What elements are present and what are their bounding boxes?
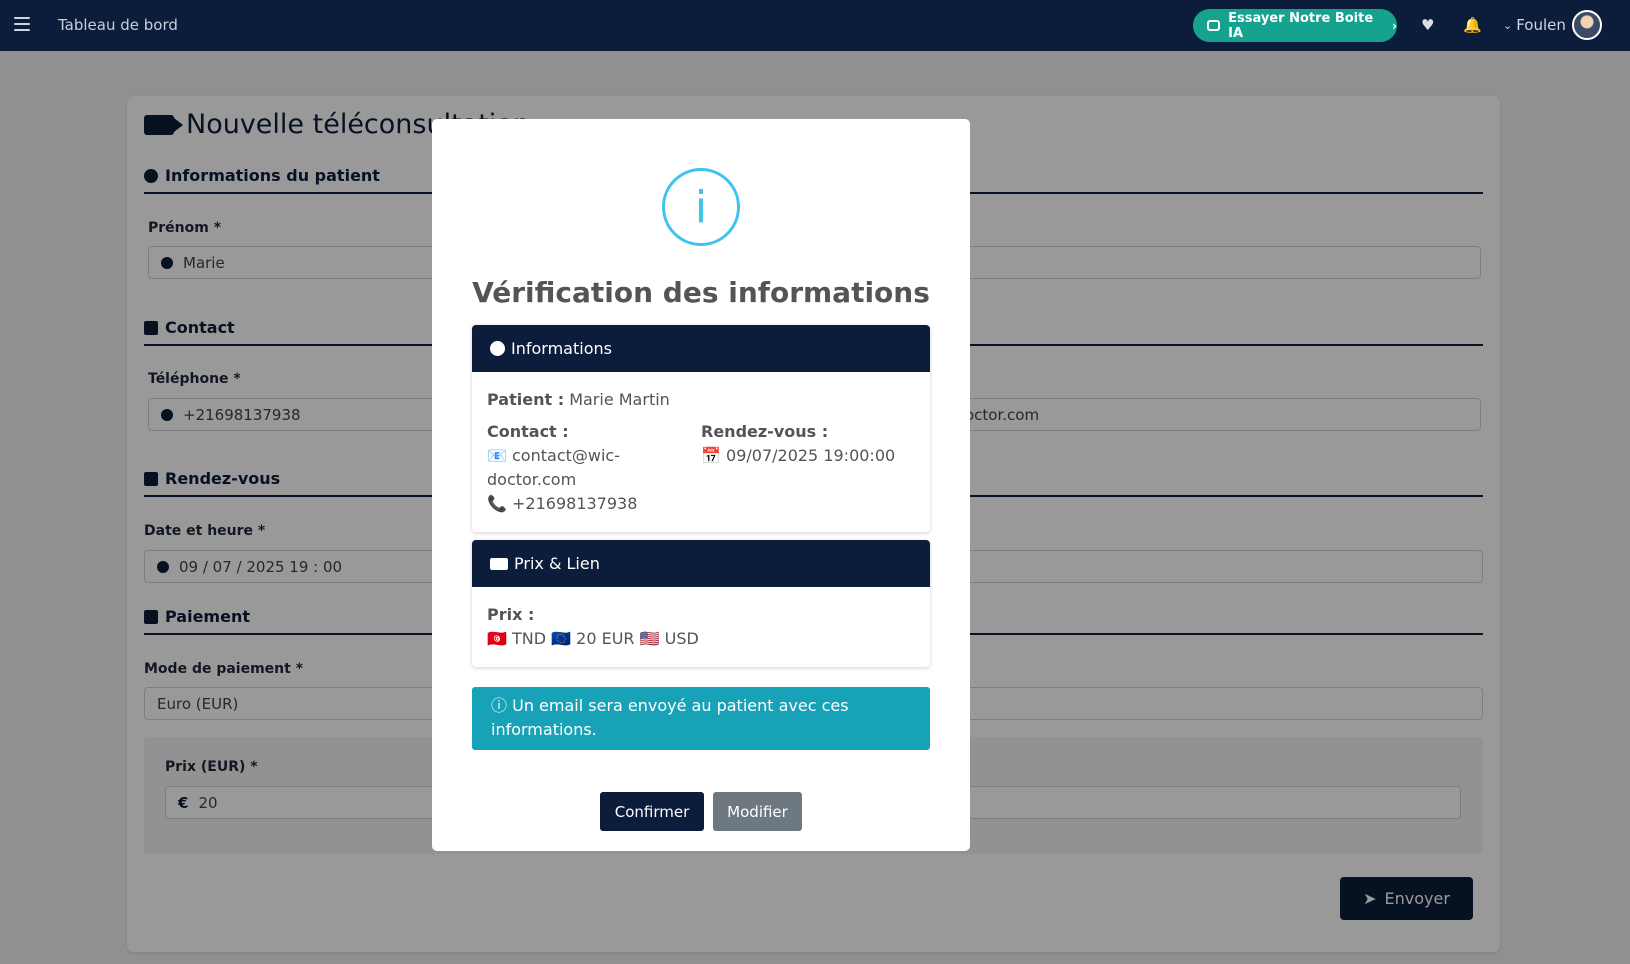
info-panel: Informations Patient : Marie Martin Cont… <box>472 325 930 532</box>
patient-line: Patient : Marie Martin <box>487 388 915 412</box>
top-navbar: Tableau de bord Essayer Notre Boite IA ›… <box>0 0 1630 51</box>
alert-text: Un email sera envoyé au patient avec ces… <box>491 696 849 739</box>
chevron-right-icon: › <box>1392 18 1397 33</box>
info-circle-icon: ⓘ <box>491 696 508 715</box>
info-icon: i <box>662 168 740 246</box>
email-info-alert: ⓘ Un email sera envoyé au patient avec c… <box>472 687 930 750</box>
modal-title: Vérification des informations <box>472 276 930 309</box>
nav-title: Tableau de bord <box>58 16 178 34</box>
price-panel-value: 🇹🇳 TND 🇪🇺 20 EUR 🇺🇸 USD <box>487 629 699 648</box>
appointment-column: Rendez-vous : 📅 09/07/2025 19:00:00 <box>701 420 915 516</box>
menu-icon[interactable] <box>14 17 30 31</box>
heart-icon[interactable]: ♥ <box>1421 16 1434 34</box>
info-panel-title: Informations <box>511 339 612 358</box>
modify-button[interactable]: Modifier <box>713 792 802 831</box>
price-panel-body: Prix : 🇹🇳 TND 🇪🇺 20 EUR 🇺🇸 USD <box>472 587 930 667</box>
contact-phone: 📞 +21698137938 <box>487 494 638 513</box>
user-name: Foulen <box>1516 16 1566 34</box>
info-panel-body: Patient : Marie Martin Contact : 📧 conta… <box>472 372 930 532</box>
info-panel-header: Informations <box>472 325 930 372</box>
patient-value: Marie Martin <box>569 390 670 409</box>
price-panel-label: Prix : <box>487 605 535 624</box>
bell-icon[interactable]: 🔔 <box>1463 16 1482 34</box>
patient-label: Patient : <box>487 390 565 409</box>
appointment-label: Rendez-vous : <box>701 422 829 441</box>
contact-column: Contact : 📧 contact@wic-doctor.com 📞 +21… <box>487 420 701 516</box>
avatar[interactable] <box>1572 10 1602 40</box>
user-circle-icon <box>490 341 505 356</box>
price-panel-title: Prix & Lien <box>514 554 600 573</box>
chevron-down-icon: ⌄ <box>1503 18 1513 32</box>
confirm-button[interactable]: Confirmer <box>600 792 704 831</box>
money-bill-icon <box>490 557 508 570</box>
verification-modal: i Vérification des informations Informat… <box>432 119 970 851</box>
price-panel: Prix & Lien Prix : 🇹🇳 TND 🇪🇺 20 EUR 🇺🇸 U… <box>472 540 930 667</box>
appointment-value: 📅 09/07/2025 19:00:00 <box>701 446 896 465</box>
user-menu[interactable]: ⌄ Foulen <box>1503 16 1566 34</box>
ai-box-label: Essayer Notre Boite IA <box>1228 10 1374 41</box>
contact-email: 📧 contact@wic-doctor.com <box>487 446 620 489</box>
contact-label: Contact : <box>487 422 569 441</box>
robot-icon <box>1207 20 1221 31</box>
ai-box-button[interactable]: Essayer Notre Boite IA › <box>1193 9 1397 42</box>
price-panel-header: Prix & Lien <box>472 540 930 587</box>
